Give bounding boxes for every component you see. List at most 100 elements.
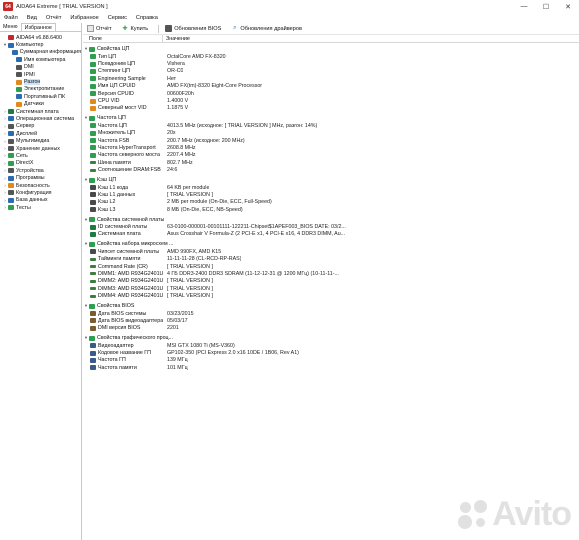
tree-item[interactable]: › DirectX [0, 160, 81, 167]
detail-row[interactable]: Частота HyperTransport 2608.8 MHz [83, 144, 579, 151]
detail-row[interactable]: CPU VID 1.4000 V [83, 97, 579, 104]
tree-item[interactable]: › Сеть [0, 152, 81, 159]
field-cell: Engineering Sample [83, 76, 163, 82]
tree-item[interactable]: Портативный ПК [0, 93, 81, 100]
detail-row[interactable]: Кэш L1 данных [ TRIAL VERSION ] [83, 191, 579, 198]
detail-row[interactable]: Дата BIOS системы 03/23/2015 [83, 310, 579, 317]
field-icon [90, 152, 96, 158]
detail-row[interactable]: DIMM4: AMD R934G2401U1S [ TRIAL VERSION ] [83, 292, 579, 299]
tree-item[interactable]: › Устройства [0, 167, 81, 174]
tree-item[interactable]: IPMI [0, 71, 81, 78]
tree-item[interactable]: DMI [0, 64, 81, 71]
detail-row[interactable]: Северный мост VID 1.1875 V [83, 105, 579, 112]
maximize-button[interactable]: ☐ [535, 0, 557, 13]
column-field-header[interactable]: Поле [83, 35, 163, 42]
tree-item[interactable]: › Программы [0, 174, 81, 181]
driver-update-button[interactable]: ⌕ Обновления драйверов [231, 25, 302, 32]
detail-row[interactable]: DMI версия BIOS 2201 [83, 325, 579, 332]
tree-item[interactable]: › Дисплей [0, 130, 81, 137]
detail-row[interactable]: Частота FSB 200.7 MHz (исходное: 200 MHz) [83, 137, 579, 144]
field-value: 24:6 [167, 167, 178, 174]
driver-update-label: Обновления драйверов [240, 25, 302, 32]
detail-row[interactable]: Кодовое название ГП GP102-350 (PCI Expres… [83, 349, 579, 356]
detail-row[interactable]: Частота ЦП 4013.5 MHz (исходное: [ TRIAL … [83, 122, 579, 129]
tree-item[interactable]: › Системная плата [0, 108, 81, 115]
detail-row[interactable]: Степпинг ЦП OR-C0 [83, 68, 579, 75]
detail-row[interactable]: DIMM1: AMD R934G2401U1S 4 ГБ DDR3-2400 DD… [83, 270, 579, 277]
detail-row[interactable]: Тайминги памяти 11-11-11-28 (CL-RCD-RP-RA… [83, 256, 579, 263]
tab-menu[interactable]: Меню [0, 23, 21, 31]
minimize-button[interactable]: — [513, 0, 535, 13]
section-header[interactable]: ▾ Свойства набора микросхем ... [83, 241, 579, 248]
detail-row[interactable]: Чипсет системной платы AMD 990FX, AMD K15 [83, 248, 579, 255]
tree-item[interactable]: › Безопасность [0, 182, 81, 189]
detail-row[interactable]: Частота ГП 139 МГц [83, 357, 579, 364]
field-cell: Дата BIOS видеоадаптера [83, 318, 163, 324]
detail-row[interactable]: Engineering Sample Нет [83, 75, 579, 82]
detail-row[interactable]: Кэш L1 кода 64 KB per module [83, 184, 579, 191]
detail-row[interactable]: Тип ЦП OctalCore AMD FX-8320 [83, 53, 579, 60]
report-icon [87, 25, 94, 32]
detail-row[interactable]: Множитель ЦП 20x [83, 129, 579, 136]
detail-row[interactable]: Имя ЦП CPUID AMD FX(tm)-8320 Eight-Core P… [83, 83, 579, 90]
menu-service[interactable]: Сервис [108, 15, 127, 21]
detail-row[interactable]: Шина памяти 802.7 MHz [83, 159, 579, 166]
detail-row[interactable]: Частота памяти 101 МГц [83, 364, 579, 371]
tree-item[interactable]: Суммарная информация [0, 49, 81, 56]
tree-item[interactable]: › Тесты [0, 204, 81, 211]
field-name: Частота ЦП [98, 122, 127, 129]
field-value: OR-C0 [167, 68, 184, 75]
bios-update-button[interactable]: Обновления BIOS [165, 25, 221, 32]
field-cell: Частота ЦП [83, 123, 163, 129]
tree-item[interactable]: Имя компьютера [0, 56, 81, 63]
tree-item[interactable]: AIDA64 v6.88.6400 [0, 34, 81, 41]
field-name: Кодовое название ГП [98, 350, 151, 357]
section-icon [89, 217, 95, 223]
detail-row[interactable]: Соотношение DRAM:FSB 24:6 [83, 166, 579, 173]
detail-row[interactable]: Дата BIOS видеоадаптера 05/03/17 [83, 317, 579, 324]
tree-item[interactable]: Разгон [0, 78, 81, 86]
tree-item[interactable]: › Конфигурация [0, 189, 81, 196]
detail-row[interactable]: Системная плата Asus Crosshair V Formula-… [83, 231, 579, 238]
tree-item[interactable]: › База данных [0, 197, 81, 204]
tree-item[interactable]: › Сервер [0, 123, 81, 130]
tree-item[interactable]: Датчики [0, 101, 81, 108]
field-icon [90, 224, 96, 230]
section-icon [89, 46, 95, 52]
detail-row[interactable]: Видеоадаптер MSI GTX 1080 Ti (MS-V360) [83, 342, 579, 349]
detail-row[interactable]: Кэш L2 2 МБ per module (On-Die, ECC, Full… [83, 199, 579, 206]
section-header[interactable]: ▾ Кэш ЦП [83, 176, 579, 183]
menu-report[interactable]: Отчёт [46, 15, 62, 21]
menu-view[interactable]: Вид [27, 15, 37, 21]
column-value-header[interactable]: Значение [163, 35, 190, 42]
section-header[interactable]: ▾ Свойства BIOS [83, 302, 579, 309]
section-header[interactable]: ▾ Свойства системной платы [83, 216, 579, 223]
detail-row[interactable]: ID системной платы 63-0100-000001-0010111… [83, 223, 579, 230]
field-name: Engineering Sample [98, 75, 146, 82]
menu-file[interactable]: Файл [4, 15, 18, 21]
field-cell: Множитель ЦП [83, 130, 163, 136]
section-title: Кэш ЦП [97, 177, 117, 184]
tab-favorites[interactable]: Избранное [20, 23, 56, 31]
field-cell: Тайминги памяти [83, 256, 163, 262]
close-button[interactable]: ✕ [557, 0, 579, 13]
tree-item[interactable]: Электропитание [0, 86, 81, 93]
detail-row[interactable]: Частота северного моста 2207.4 MHz [83, 152, 579, 159]
section-header[interactable]: ▾ Частота ЦП [83, 115, 579, 122]
section-header[interactable]: ▾ Свойства графического проц... [83, 335, 579, 342]
detail-row[interactable]: DIMM3: AMD R934G2401U1S [ TRIAL VERSION ] [83, 285, 579, 292]
buy-button[interactable]: ✚ Купить [122, 25, 149, 33]
tree-item[interactable]: › Хранение данных [0, 145, 81, 152]
menu-favorites[interactable]: Избранное [70, 15, 98, 21]
detail-row[interactable]: DIMM2: AMD R934G2401U1S [ TRIAL VERSION ] [83, 278, 579, 285]
report-button[interactable]: Отчёт [87, 25, 112, 32]
detail-row[interactable]: Версия CPUID 00600F20h [83, 90, 579, 97]
section-header[interactable]: ▾ Свойства ЦП [83, 46, 579, 53]
menu-help[interactable]: Справка [136, 15, 158, 21]
detail-row[interactable]: Кэш L3 8 МБ (On-Die, ECC, NB-Speed) [83, 206, 579, 213]
tree-item[interactable]: › Мультимедиа [0, 137, 81, 144]
tree-item[interactable]: › Операционная система [0, 115, 81, 122]
tree-item[interactable]: ▾ Компьютер [0, 41, 81, 48]
detail-row[interactable]: Command Rate (CR) [ TRIAL VERSION ] [83, 263, 579, 270]
detail-row[interactable]: Псевдоним ЦП Vishera [83, 60, 579, 67]
